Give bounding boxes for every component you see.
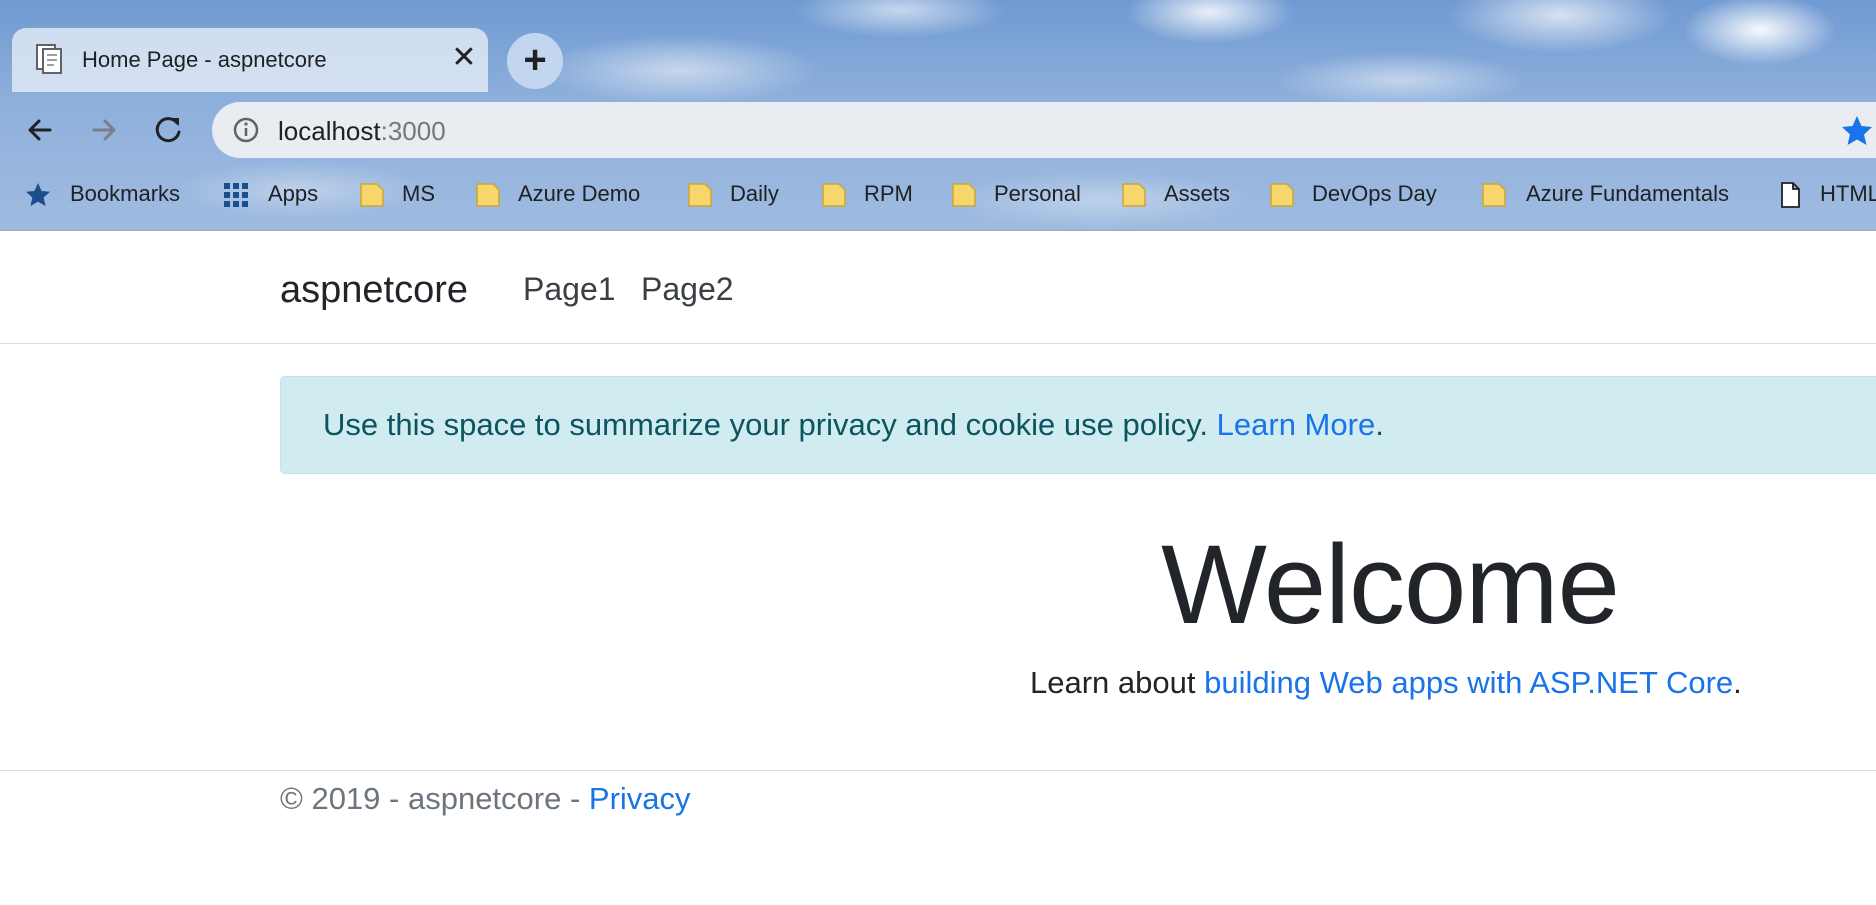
star-icon (24, 180, 52, 208)
bookmark-label: Apps (268, 181, 319, 206)
page-favicon-icon (36, 44, 62, 74)
reload-icon[interactable] (148, 110, 188, 150)
bookmark-star-icon[interactable] (1840, 114, 1874, 148)
back-arrow-icon[interactable] (20, 110, 60, 150)
bookmark-label: Bookmarks (70, 181, 181, 206)
apps-grid-icon (222, 180, 250, 208)
url-host: localhost (278, 116, 381, 146)
browser-tab[interactable]: Home Page - aspnetcore ✕ (12, 28, 488, 92)
bookmarks-bar: Bookmarks Apps MS Azure Demo Daily RPM P… (0, 172, 1876, 216)
site-navbar: aspnetcore Page1 Page2 (0, 231, 1876, 344)
address-bar[interactable]: localhost:3000 (212, 102, 1876, 158)
site-footer: © 2019 - aspnetcore - Privacy (0, 770, 1876, 905)
folder-icon (686, 180, 714, 208)
nav-link-page2[interactable]: Page2 (641, 271, 734, 308)
info-icon[interactable] (232, 116, 260, 144)
cookie-consent-banner: Use this space to summarize your privacy… (280, 376, 1876, 474)
url-port: :3000 (380, 116, 446, 146)
nav-link-page1[interactable]: Page1 (523, 271, 616, 308)
browser-chrome: Home Page - aspnetcore ✕ + localhost:300… (0, 0, 1876, 231)
privacy-link[interactable]: Privacy (589, 781, 691, 816)
bookmark-label: Assets (1164, 181, 1231, 206)
bookmark-label: Azure Demo (518, 181, 641, 206)
bookmark-label: HTML (1820, 181, 1876, 206)
folder-icon (1268, 180, 1296, 208)
bookmark-label: MS (402, 181, 435, 206)
aspnet-core-docs-link[interactable]: building Web apps with ASP.NET Core (1204, 665, 1733, 700)
folder-icon (1480, 180, 1508, 208)
folder-icon (358, 180, 386, 208)
learn-more-link[interactable]: Learn More (1217, 407, 1376, 442)
folder-icon (474, 180, 502, 208)
page-icon (1776, 180, 1804, 208)
cookie-consent-message: Use this space to summarize your privacy… (323, 407, 1384, 443)
tab-close-icon[interactable]: ✕ (446, 40, 482, 76)
folder-icon (1120, 180, 1148, 208)
learn-about-prefix: Learn about (1030, 665, 1196, 700)
url-text[interactable]: localhost:3000 (278, 116, 446, 147)
footer-copyright: © 2019 - aspnetcore - Privacy (280, 781, 691, 817)
bookmark-label: Azure Fundamentals (1526, 181, 1729, 206)
bookmark-label: Daily (730, 181, 779, 206)
bookmark-label: RPM (864, 181, 913, 206)
forward-arrow-icon[interactable] (84, 110, 124, 150)
bookmark-item-html[interactable]: HTML (1776, 172, 1876, 216)
cookie-consent-text: Use this space to summarize your privacy… (323, 407, 1209, 442)
welcome-heading: Welcome (1161, 522, 1620, 647)
site-brand[interactable]: aspnetcore (280, 269, 468, 312)
new-tab-button[interactable]: + (507, 33, 563, 89)
learn-about-period: . (1733, 665, 1742, 700)
bookmark-label: Personal (994, 181, 1081, 206)
footer-copyright-text: © 2019 - aspnetcore - (280, 781, 581, 816)
cookie-consent-period: . (1375, 407, 1384, 442)
learn-about-text: Learn about building Web apps with ASP.N… (1030, 665, 1742, 701)
folder-icon (950, 180, 978, 208)
folder-icon (820, 180, 848, 208)
tab-title: Home Page - aspnetcore (82, 47, 327, 72)
bookmark-label: DevOps Day (1312, 181, 1437, 206)
